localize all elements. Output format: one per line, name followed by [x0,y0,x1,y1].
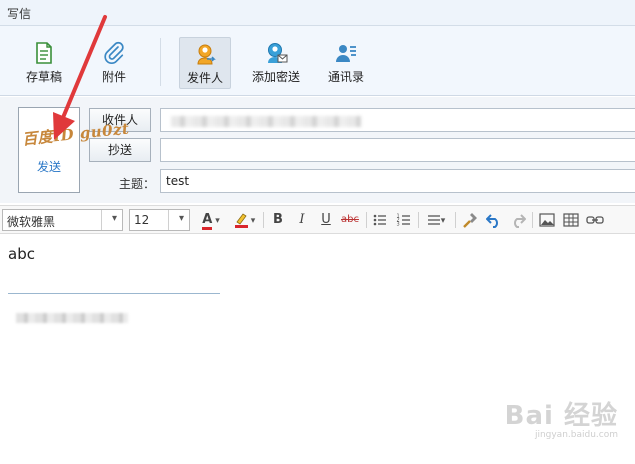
redo-button[interactable] [508,210,528,230]
sender-label: 发件人 [186,71,223,85]
chevron-down-icon: ▾ [212,216,220,226]
numbered-list-button[interactable]: 123 [394,210,414,230]
brush-icon [463,212,477,228]
chevron-down-icon: ▾ [250,216,256,226]
toolbar-divider [263,212,264,228]
chevron-down-icon: ▾ [178,213,184,224]
toolbar-divider [418,212,419,228]
highlight-button[interactable]: ▾ [230,210,258,230]
link-icon [586,215,604,224]
image-icon [539,212,555,227]
subject-label: 主题： [119,177,156,191]
align-button[interactable]: ▾ [422,210,450,230]
brand-watermark-main: Bai 经验 [504,401,618,431]
compose-window: 写信 存草稿 附件 发件人 添加密送 通讯录 发送 收件人 抄送 主题： tes… [0,0,635,464]
toolbar-divider [455,212,456,228]
chevron-down-icon: ▾ [440,216,446,226]
toolbar-divider [366,212,367,228]
add-bcc-icon [268,43,288,63]
highlighter-icon [234,212,248,228]
strikethrough-button[interactable]: abc [338,210,362,230]
font-size-select[interactable]: 12 ▾ [129,209,190,231]
title-bar: 写信 [0,0,635,26]
format-toolbar: 微软雅黑 ▾ 12 ▾ A ▾ ▾ B I U abc 1 2 3 ▾ [0,205,635,234]
add-bcc-button[interactable]: 添加密送 [248,37,304,89]
save-draft-button[interactable]: 存草稿 [18,37,70,89]
window-title: 写信 [7,7,32,21]
undo-icon [485,213,498,228]
send-label: 发送 [36,160,61,174]
contacts-label: 通讯录 [327,70,364,84]
contacts-icon [336,45,356,62]
numbered-list-icon: 123 [397,213,410,227]
table-icon [563,212,579,227]
sender-icon [197,44,216,65]
bullet-list-button[interactable] [370,210,390,230]
sender-button[interactable]: 发件人 [179,37,231,89]
underline-button[interactable]: U [316,210,336,230]
brand-watermark-url: jingyan.baidu.com [534,430,618,440]
align-icon [427,214,440,225]
font-family-value: 微软雅黑 [7,215,56,229]
font-family-select[interactable]: 微软雅黑 ▾ [2,209,123,231]
redo-icon [514,213,527,228]
address-area: 发送 收件人 抄送 主题： test [0,97,635,203]
signature-divider [8,293,220,294]
italic-button[interactable]: I [292,210,312,230]
save-draft-label: 存草稿 [25,70,62,84]
ribbon-toolbar: 存草稿 附件 发件人 添加密送 通讯录 [0,26,635,96]
contacts-button[interactable]: 通讯录 [320,37,372,89]
to-input[interactable] [160,108,635,132]
cc-input[interactable] [160,138,635,162]
insert-link-button[interactable] [585,210,605,230]
toolbar-divider [532,212,533,228]
attachment-button[interactable]: 附件 [88,37,140,89]
font-color-button[interactable]: A ▾ [197,210,225,230]
font-color-icon: A [202,213,213,230]
chevron-down-icon: ▾ [111,213,117,224]
recipient-redacted [171,116,361,127]
font-size-value: 12 [134,213,150,227]
select-divider [101,210,102,230]
signature-redacted [16,313,128,323]
subject-input[interactable]: test [160,169,635,193]
select-divider [168,210,169,230]
undo-button[interactable] [484,210,504,230]
format-painter-button[interactable] [460,210,480,230]
attachment-label: 附件 [101,70,126,84]
draft-icon [36,42,52,64]
bold-button[interactable]: B [268,210,288,230]
insert-image-button[interactable] [537,210,557,230]
brand-watermark: Bai 经验 jingyan.baidu.com [478,395,618,450]
add-bcc-label: 添加密送 [251,70,300,84]
send-button[interactable]: 发送 [18,107,80,193]
paperclip-icon [104,41,124,64]
ribbon-divider [160,38,161,86]
bullet-list-icon [373,214,386,225]
insert-table-button[interactable] [561,210,581,230]
svg-text:3: 3 [397,221,400,227]
body-text: abc [8,245,35,263]
